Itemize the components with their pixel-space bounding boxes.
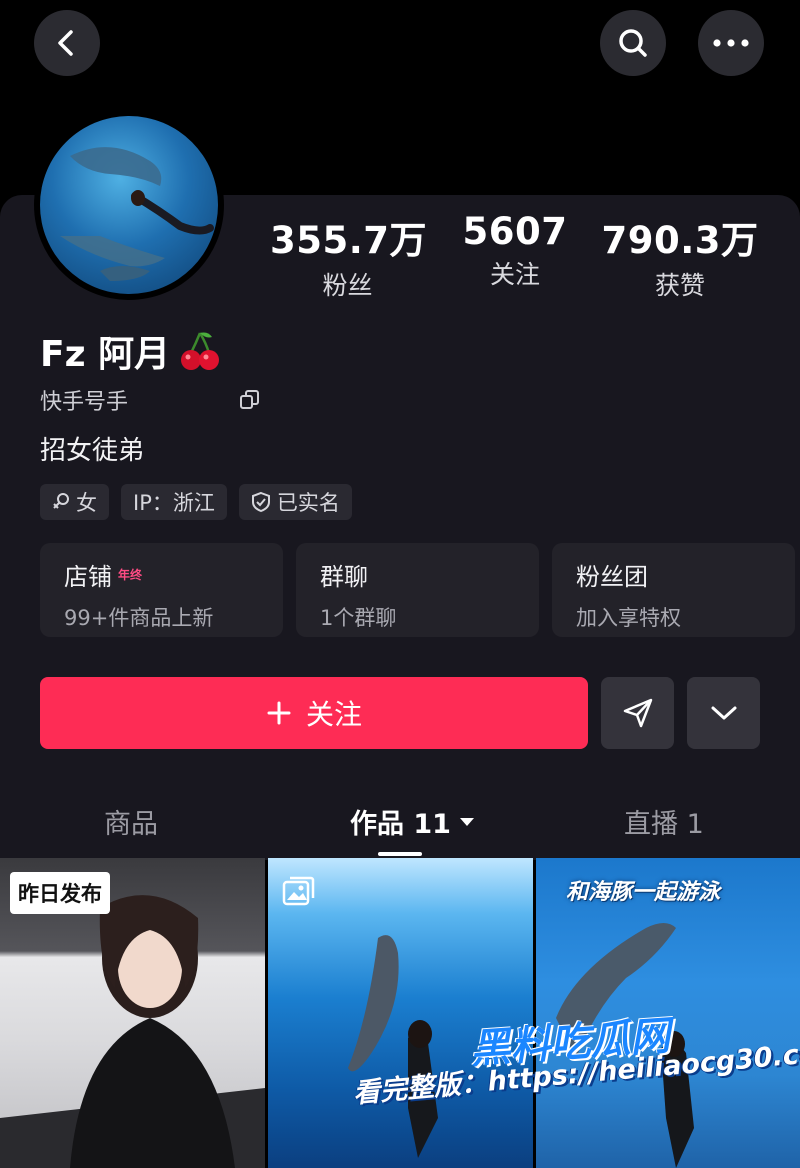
tab-label: 直播 1 — [624, 809, 704, 840]
content-tabs: 商品 作品 11 直播 1 — [0, 790, 800, 858]
active-tab-indicator — [378, 852, 422, 856]
gallery-icon — [282, 876, 315, 906]
bio-text: 招女徒弟 — [40, 436, 145, 466]
stat-value: 355.7万 — [270, 219, 428, 262]
send-icon — [623, 698, 652, 728]
kuaishou-id-row: 快手号手 — [40, 384, 262, 416]
stat-label: 获赞 — [654, 271, 705, 300]
caret-down-icon — [459, 817, 474, 826]
stat-label: 关注 — [489, 260, 540, 289]
tag-row: 女 IP：浙江 已实名 — [40, 484, 352, 520]
feature-cards: 店铺 年终 99+件商品上新 群聊 1个群聊 粉丝团 加入享特权 — [40, 543, 800, 638]
female-icon — [53, 493, 69, 509]
post-caption: 和海豚一起游泳 — [566, 880, 721, 905]
tab-works[interactable]: 作品 11 — [350, 802, 475, 841]
post-thumbnail[interactable]: 昨日发布 — [0, 858, 265, 1168]
chevron-left-icon — [58, 30, 73, 56]
follow-button[interactable]: 关注 — [40, 677, 588, 749]
published-badge: 昨日发布 — [10, 872, 110, 914]
tag-label: 已实名 — [276, 491, 340, 515]
expand-button[interactable] — [687, 677, 760, 749]
tag-ip: IP：浙江 — [121, 484, 227, 520]
message-button[interactable] — [601, 677, 674, 749]
search-button[interactable] — [600, 10, 666, 76]
action-row: 关注 — [40, 677, 800, 749]
back-button[interactable] — [34, 10, 100, 76]
tag-gender: 女 — [40, 484, 109, 520]
card-fan-club[interactable]: 粉丝团 加入享特权 — [552, 543, 795, 637]
stat-following[interactable]: 5607 关注 — [450, 210, 580, 291]
verified-shield-icon — [251, 491, 270, 513]
tab-label: 商品 — [104, 809, 158, 840]
profile-name: Fz 阿月 — [40, 334, 171, 375]
tab-live[interactable]: 直播 1 — [624, 802, 704, 841]
post-thumbnail[interactable] — [268, 858, 533, 1168]
name-row: Fz 阿月 — [40, 325, 222, 377]
card-shop[interactable]: 店铺 年终 99+件商品上新 — [40, 543, 283, 637]
more-dots-icon — [713, 39, 749, 47]
card-subtitle: 1个群聊 — [320, 606, 397, 630]
stat-label: 粉丝 — [322, 271, 373, 300]
tag-label: 女 — [76, 491, 97, 515]
card-title: 店铺 — [64, 563, 112, 591]
stat-likes[interactable]: 790.3万 获赞 — [600, 210, 760, 302]
more-button[interactable] — [698, 10, 764, 76]
tag-verified[interactable]: 已实名 — [238, 484, 352, 520]
tab-goods[interactable]: 商品 — [104, 802, 158, 841]
follow-label: 关注 — [305, 698, 362, 731]
stat-value: 5607 — [462, 210, 568, 253]
tab-label: 作品 11 — [350, 809, 451, 840]
card-title: 群聊 — [320, 563, 368, 591]
kuaishou-id-label: 快手号手 — [40, 390, 129, 415]
tag-label: IP：浙江 — [133, 491, 215, 515]
post-grid: 昨日发布 和海豚一起游泳 — [0, 858, 800, 1168]
card-subtitle: 加入享特权 — [576, 606, 681, 630]
stat-value: 790.3万 — [601, 219, 759, 262]
card-title: 粉丝团 — [576, 563, 648, 591]
card-subtitle: 99+件商品上新 — [64, 606, 214, 630]
copy-icon[interactable] — [238, 388, 262, 412]
search-icon — [619, 29, 647, 57]
stat-fans[interactable]: 355.7万 粉丝 — [270, 210, 428, 302]
promo-badge: 年终 — [118, 568, 143, 582]
chevron-down-icon — [711, 706, 736, 720]
plus-icon — [267, 701, 291, 725]
stats-row: 355.7万 粉丝 5607 关注 790.3万 获赞 — [0, 210, 800, 300]
cherry-icon — [181, 332, 220, 370]
card-group-chat[interactable]: 群聊 1个群聊 — [296, 543, 539, 637]
